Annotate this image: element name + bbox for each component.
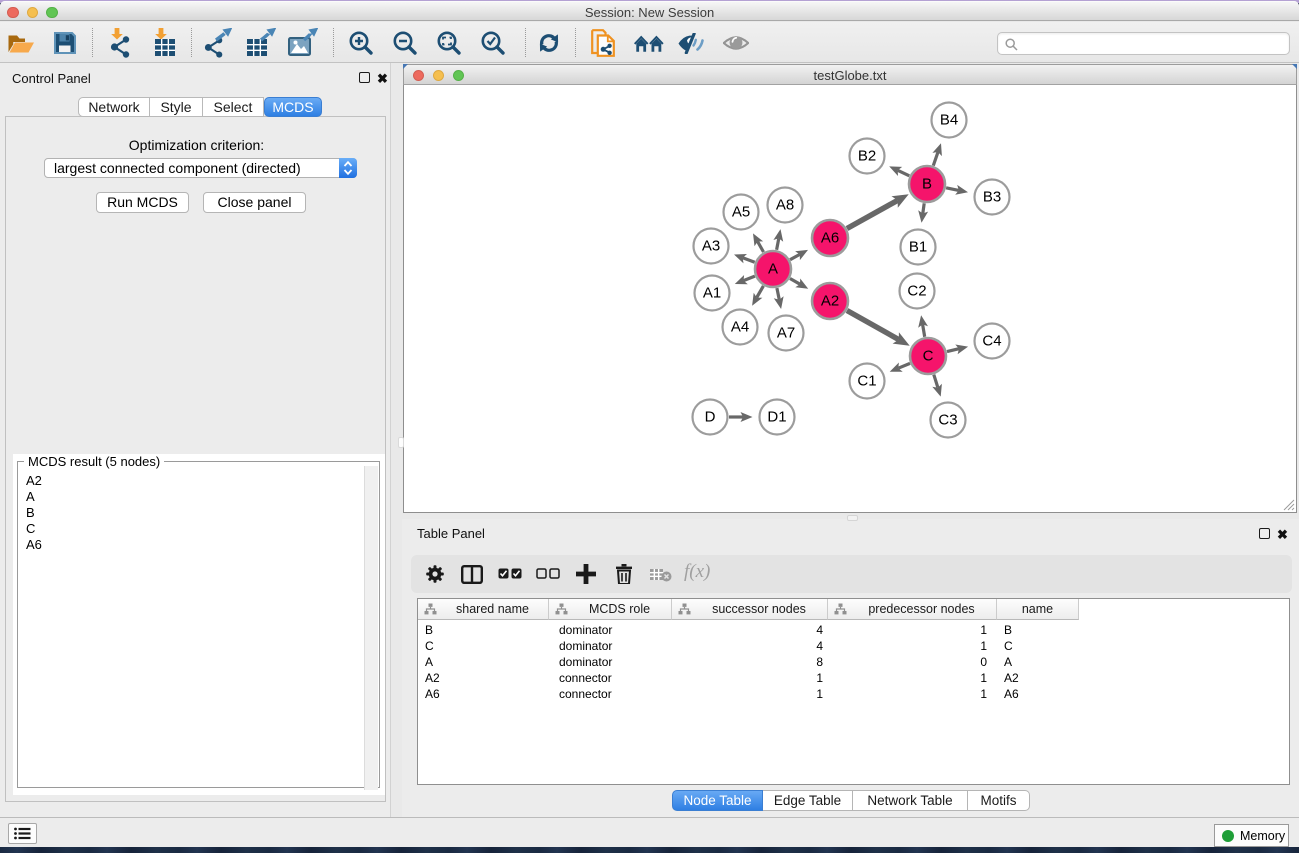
svg-text:D1: D1: [767, 409, 786, 426]
svg-text:C3: C3: [938, 412, 957, 429]
svg-text:B: B: [922, 176, 932, 193]
svg-text:A7: A7: [777, 325, 795, 342]
svg-text:C1: C1: [857, 373, 876, 390]
svg-text:A4: A4: [731, 319, 749, 336]
svg-text:A1: A1: [703, 285, 721, 302]
svg-text:C: C: [923, 348, 934, 365]
svg-text:C4: C4: [982, 333, 1001, 350]
svg-text:B1: B1: [909, 239, 927, 256]
svg-text:B2: B2: [858, 148, 876, 165]
svg-text:B4: B4: [940, 112, 958, 129]
svg-text:A: A: [768, 261, 778, 278]
svg-text:B3: B3: [983, 189, 1001, 206]
svg-text:A3: A3: [702, 238, 720, 255]
svg-text:D: D: [705, 409, 716, 426]
svg-text:C2: C2: [907, 283, 926, 300]
svg-text:A8: A8: [776, 197, 794, 214]
svg-text:A5: A5: [732, 204, 750, 221]
svg-text:A2: A2: [821, 293, 839, 310]
svg-text:A6: A6: [821, 230, 839, 247]
